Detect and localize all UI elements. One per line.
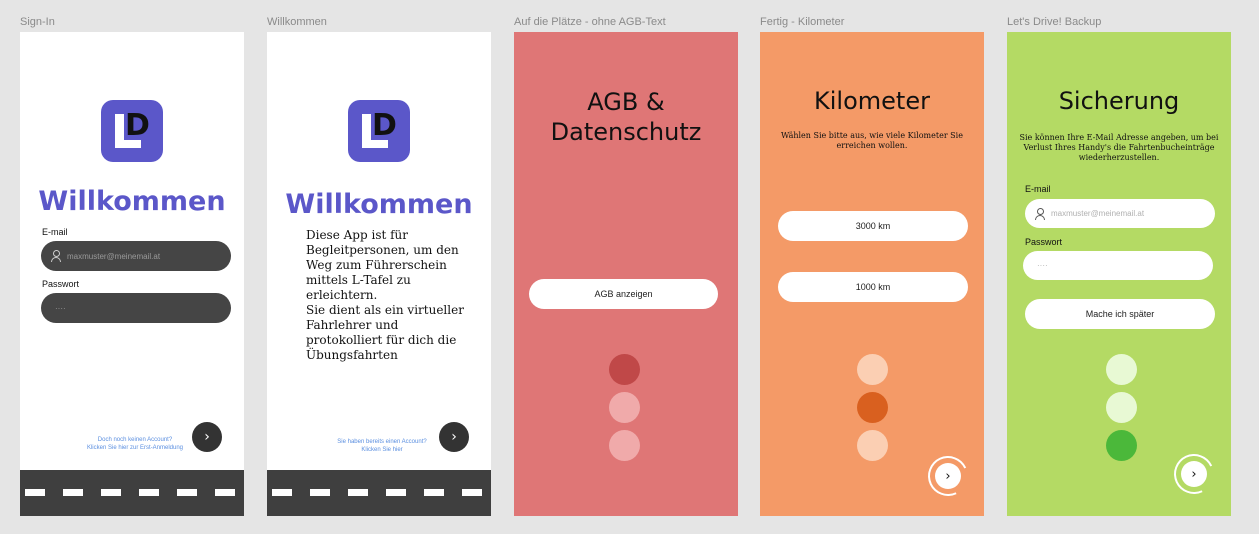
email-field[interactable]: maxmuster@meinemail.at xyxy=(1025,199,1215,228)
welcome-title: Willkommen xyxy=(285,189,473,220)
road-decoration xyxy=(20,470,244,516)
intro-text: Diese App ist für Begleitpersonen, um de… xyxy=(306,228,464,362)
app-logo: D xyxy=(348,100,410,162)
next-button[interactable]: › xyxy=(1168,448,1220,500)
frame-label-kilometer: Fertig - Kilometer xyxy=(760,16,845,28)
later-button[interactable]: Mache ich später xyxy=(1025,299,1215,329)
register-link-line2: Klicken Sie hier zur Erst-Anmeldung xyxy=(86,445,184,451)
welcome-screen: D Willkommen Diese App ist für Begleitpe… xyxy=(267,32,491,516)
chevron-right-icon: › xyxy=(204,429,210,445)
progress-dot xyxy=(857,354,888,385)
progress-dot-active xyxy=(609,354,640,385)
frame-label-agb: Auf die Plätze - ohne AGB-Text xyxy=(514,16,666,28)
login-link-line1: Sie haben bereits einen Account? xyxy=(337,439,427,445)
progress-dot xyxy=(1106,354,1137,385)
signin-screen: D Willkommen E-mail maxmuster@meinemail.… xyxy=(20,32,244,516)
welcome-title: Willkommen xyxy=(38,186,226,217)
password-field[interactable]: ···· xyxy=(1023,251,1213,280)
kilometer-screen: Kilometer Wählen Sie bitte aus, wie viel… xyxy=(760,32,984,516)
password-field[interactable]: ···· xyxy=(41,293,231,323)
road-decoration xyxy=(267,470,491,516)
app-logo: D xyxy=(101,100,163,162)
agb-title-line1: AGB & xyxy=(587,88,665,116)
progress-dot xyxy=(857,430,888,461)
email-label: E-mail xyxy=(42,227,68,237)
next-button[interactable]: › xyxy=(192,422,222,452)
email-placeholder: maxmuster@meinemail.at xyxy=(67,251,161,261)
register-link-line1: Doch noch keinen Account? xyxy=(97,437,173,443)
chevron-right-icon: › xyxy=(451,429,457,445)
email-field[interactable]: maxmuster@meinemail.at xyxy=(41,241,231,271)
frame-label-willkommen: Willkommen xyxy=(267,16,327,28)
password-label: Passwort xyxy=(1025,237,1063,247)
progress-dot-active xyxy=(857,392,888,423)
login-link[interactable]: Sie haben bereits einen Account? Klicken… xyxy=(322,438,442,454)
register-link[interactable]: Doch noch keinen Account? Klicken Sie hi… xyxy=(75,436,195,452)
agb-screen: AGB & Datenschutz AGB anzeigen xyxy=(514,32,738,516)
agb-title-line2: Datenschutz xyxy=(550,118,702,146)
next-button[interactable]: › xyxy=(922,450,974,502)
agb-show-button[interactable]: AGB anzeigen xyxy=(529,279,718,309)
option-3000km-button[interactable]: 3000 km xyxy=(778,211,968,241)
kilometer-subtitle: Wählen Sie bitte aus, wie viele Kilomete… xyxy=(781,131,963,150)
option-1000km-button[interactable]: 1000 km xyxy=(778,272,968,302)
user-icon xyxy=(51,250,61,262)
progress-dot-active xyxy=(1106,430,1137,461)
backup-title: Sicherung xyxy=(1058,87,1180,115)
next-button[interactable]: › xyxy=(439,422,469,452)
progress-dot xyxy=(609,430,640,461)
password-placeholder: ···· xyxy=(55,303,66,313)
password-placeholder: ···· xyxy=(1037,261,1048,270)
frame-label-backup: Let's Drive! Backup xyxy=(1007,16,1102,28)
backup-subtitle: Sie können Ihre E-Mail Adresse angeben, … xyxy=(1019,133,1219,162)
user-icon xyxy=(1035,207,1045,220)
password-label: Passwort xyxy=(42,279,80,289)
frame-label-signin: Sign-In xyxy=(20,16,55,28)
progress-dot xyxy=(1106,392,1137,423)
email-placeholder: maxmuster@meinemail.at xyxy=(1051,209,1145,218)
backup-screen: Sicherung Sie können Ihre E-Mail Adresse… xyxy=(1007,32,1231,516)
login-link-line2: Klicken Sie hier xyxy=(361,447,403,453)
kilometer-title: Kilometer xyxy=(814,87,930,115)
email-label: E-mail xyxy=(1025,184,1051,194)
progress-dot xyxy=(609,392,640,423)
